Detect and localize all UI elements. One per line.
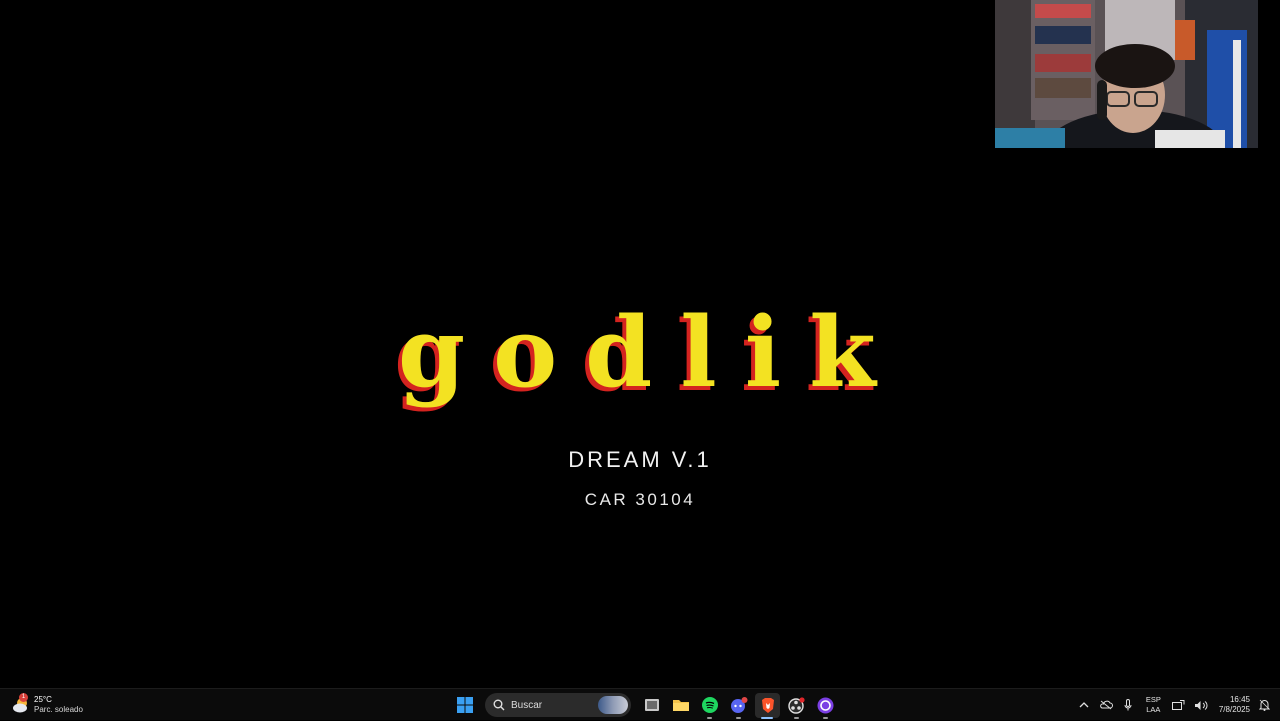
- clock-time: 16:45: [1229, 695, 1250, 704]
- task-view-icon: [644, 699, 659, 711]
- running-indicator: [707, 716, 712, 719]
- clock-date: 7/8/2025: [1218, 705, 1250, 714]
- windows-icon: [456, 697, 473, 713]
- circle-app-icon: [817, 697, 834, 713]
- volume-icon[interactable]: [1193, 697, 1209, 713]
- brave-icon: [761, 697, 774, 713]
- taskbar-app-obs[interactable]: [784, 693, 809, 719]
- notification-bell-icon[interactable]: [1256, 697, 1272, 713]
- taskbar-app-spotify[interactable]: [697, 693, 722, 719]
- taskbar-app-brave[interactable]: [755, 692, 780, 719]
- taskbar-app-file-explorer[interactable]: [668, 693, 693, 718]
- microphone-icon[interactable]: [1120, 697, 1136, 713]
- godlike-logo: godlike godlike: [394, 300, 880, 413]
- weather-temperature: 25°C: [34, 695, 52, 704]
- search-icon: [493, 699, 505, 711]
- display-icon[interactable]: [1171, 697, 1187, 713]
- slide-code: CAR 30104: [584, 490, 696, 509]
- weather-description: Parc. soleado: [34, 705, 83, 714]
- search-highlight-image: [598, 696, 628, 714]
- partly-sunny-icon: 1: [12, 693, 30, 714]
- slide-subtitle: DREAM V.1: [568, 447, 712, 472]
- onedrive-off-icon[interactable]: [1098, 697, 1114, 713]
- weather-badge: 1: [19, 693, 28, 702]
- logo-text: godlike: [398, 300, 880, 409]
- taskbar-app-circle[interactable]: [813, 693, 838, 719]
- webcam-overlay: [995, 0, 1258, 148]
- weather-widget[interactable]: 1 25°C Parc. soleado: [12, 693, 83, 717]
- chevron-up-icon[interactable]: [1076, 697, 1092, 713]
- clock[interactable]: 16:45 7/8/2025: [1219, 695, 1250, 715]
- running-indicator: [736, 716, 741, 719]
- taskbar: 1 25°C Parc. soleado Buscar ESP LAA 16:4…: [0, 688, 1280, 720]
- folder-icon: [672, 700, 689, 711]
- spotify-icon: [701, 697, 718, 713]
- running-indicator: [761, 716, 773, 719]
- system-tray: ESP LAA 16:45 7/8/2025: [1076, 689, 1272, 721]
- obs-icon: [788, 696, 805, 714]
- taskbar-app-task-view[interactable]: [639, 693, 664, 718]
- search-input[interactable]: [511, 699, 581, 711]
- running-indicator: [823, 716, 828, 719]
- keyboard-layout: LAA: [1146, 705, 1161, 714]
- language-indicator[interactable]: ESP LAA: [1146, 695, 1161, 715]
- taskbar-search[interactable]: [485, 693, 631, 717]
- start-button[interactable]: [452, 693, 477, 718]
- language-code: ESP: [1145, 695, 1161, 704]
- presentation-stage: godlike godlike DREAM V.1 CAR 30104: [0, 0, 1280, 688]
- discord-icon: [730, 697, 747, 713]
- running-indicator: [794, 716, 799, 719]
- taskbar-app-discord[interactable]: [726, 693, 751, 719]
